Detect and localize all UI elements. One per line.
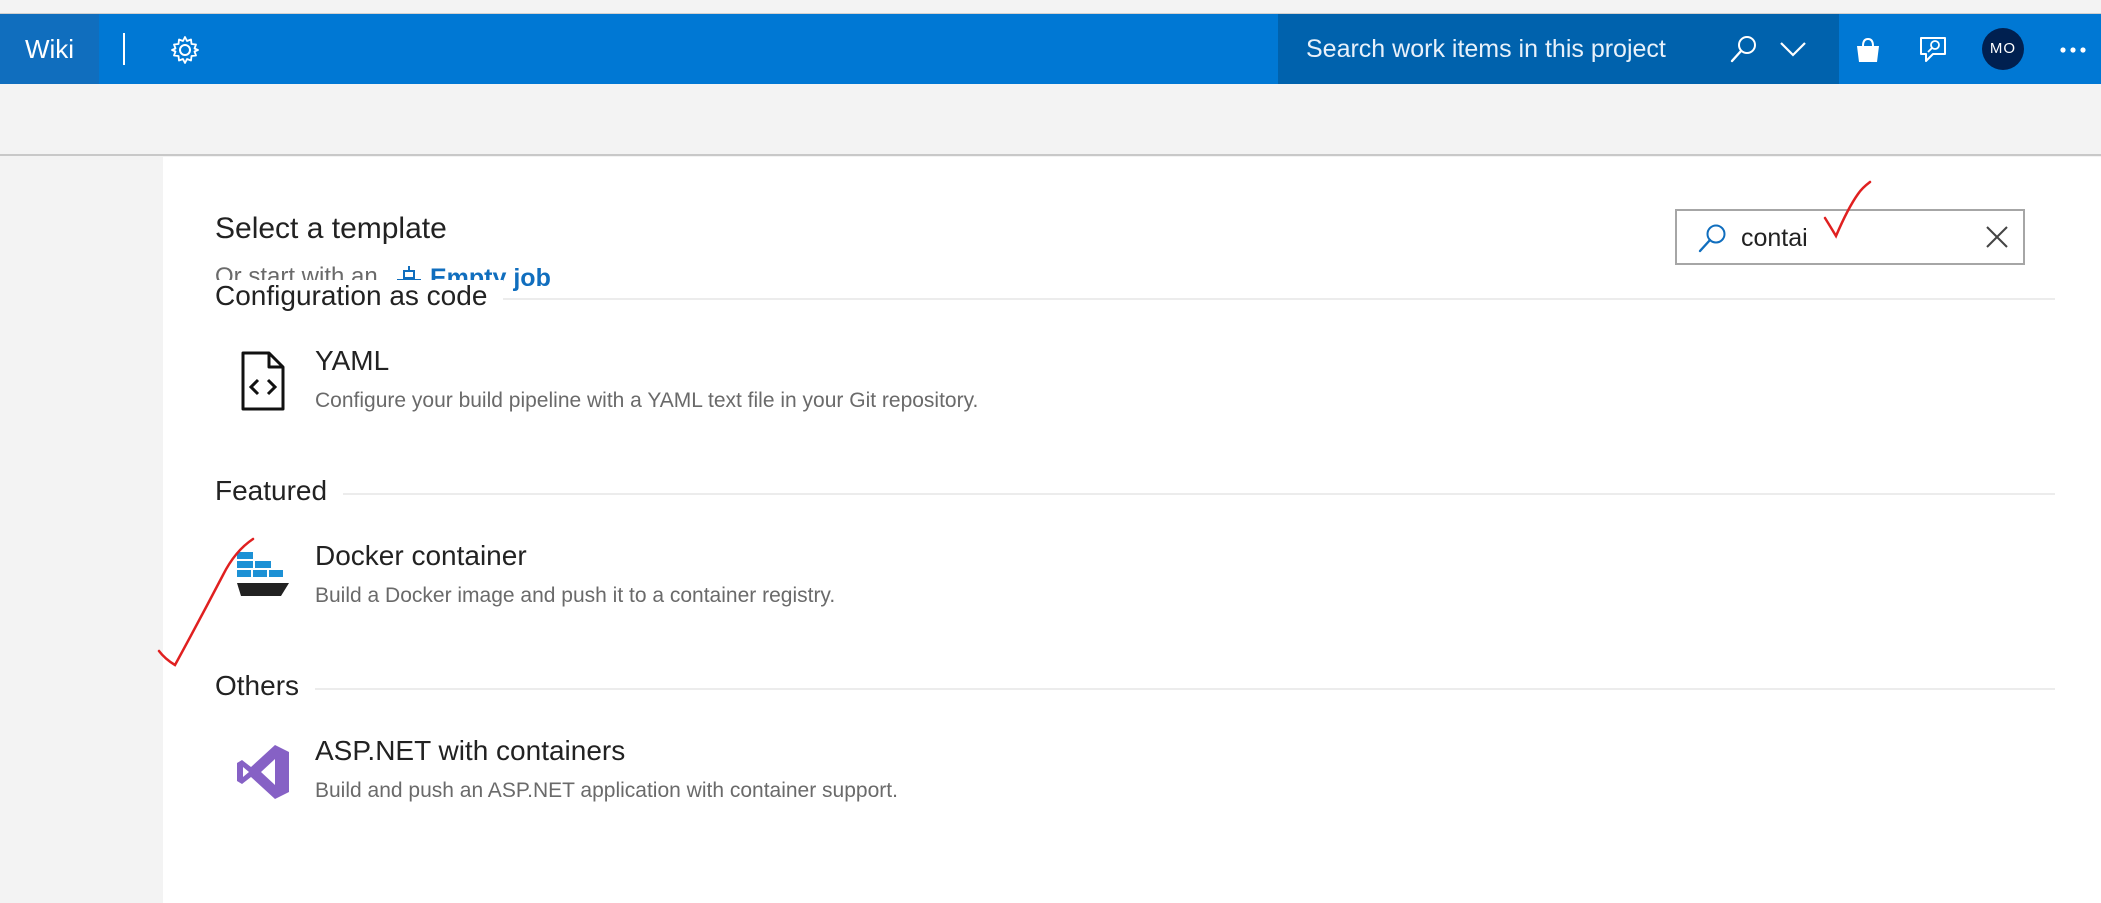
chevron-down-icon[interactable] xyxy=(1778,36,1808,62)
section-configuration-as-code: Configuration as code xyxy=(215,280,2055,316)
section-label: Configuration as code xyxy=(215,280,504,312)
template-filter-input[interactable] xyxy=(1741,221,1961,255)
visual-studio-icon xyxy=(237,745,289,799)
left-gutter xyxy=(0,157,163,903)
section-divider xyxy=(215,688,2055,690)
section-featured: Featured xyxy=(215,475,2055,511)
template-description: Build a Docker image and push it to a co… xyxy=(315,584,836,607)
section-others: Others xyxy=(215,670,2055,706)
docker-icon xyxy=(237,552,289,596)
yaml-file-icon xyxy=(241,351,285,411)
gear-icon[interactable] xyxy=(169,34,201,66)
template-name: ASP.NET with containers xyxy=(315,735,626,766)
search-placeholder[interactable]: Search work items in this project xyxy=(1306,14,1666,84)
template-name: YAML xyxy=(315,345,390,376)
shopping-bag-icon[interactable] xyxy=(1852,34,1884,66)
section-label: Others xyxy=(215,670,316,702)
template-name: Docker container xyxy=(315,540,527,571)
template-filter[interactable] xyxy=(1675,209,2025,265)
avatar[interactable]: MO xyxy=(1982,28,2024,70)
work-item-search-box[interactable]: Search work items in this project xyxy=(1278,14,1839,84)
template-description: Configure your build pipeline with a YAM… xyxy=(315,389,979,412)
toolbar-area xyxy=(0,84,2101,156)
close-icon[interactable] xyxy=(1983,223,2011,251)
feedback-icon[interactable] xyxy=(1917,34,1949,66)
wiki-tab[interactable]: Wiki xyxy=(0,14,99,84)
window-top-strip xyxy=(0,0,2101,14)
section-label: Featured xyxy=(215,475,344,507)
section-divider xyxy=(215,493,2055,495)
search-icon xyxy=(1698,224,1726,253)
template-item-yaml[interactable]: YAML Configure your build pipeline with … xyxy=(215,345,2055,431)
search-icon[interactable] xyxy=(1729,34,1759,64)
template-item-aspnet-with-containers[interactable]: ASP.NET with containers Build and push a… xyxy=(215,735,2055,821)
template-item-docker-container[interactable]: Docker container Build a Docker image an… xyxy=(215,540,2055,626)
template-picker-panel: Select a template Or start with an Empty… xyxy=(163,157,2101,903)
more-icon[interactable] xyxy=(2057,34,2089,66)
nav-divider xyxy=(123,33,125,65)
template-description: Build and push an ASP.NET application wi… xyxy=(315,779,898,802)
page-title: Select a template xyxy=(215,212,447,245)
top-navigation-bar: Wiki Search work items in this project M… xyxy=(0,14,2101,84)
